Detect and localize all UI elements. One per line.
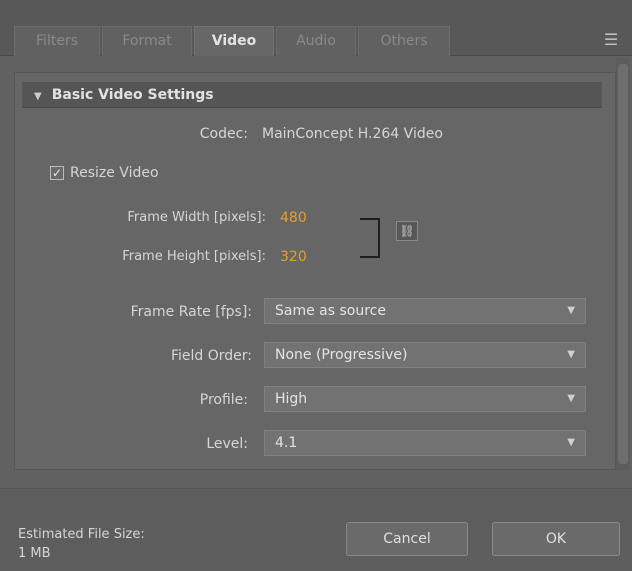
estimated-size-value: 1 MB	[18, 546, 51, 561]
profile-select[interactable]: High ▼	[264, 386, 586, 412]
section-title: Basic Video Settings	[51, 87, 214, 103]
tab-audio[interactable]: Audio	[276, 26, 356, 56]
level-select[interactable]: 4.1 ▼	[264, 430, 586, 456]
profile-label: Profile:	[199, 392, 248, 408]
checkmark-icon: ✓	[51, 166, 63, 180]
estimated-size-label: Estimated File Size:	[18, 527, 145, 542]
frame-rate-value: Same as source	[275, 303, 386, 319]
frame-rate-label: Frame Rate [fps]:	[130, 304, 252, 320]
tab-others[interactable]: Others	[358, 26, 450, 56]
tab-video[interactable]: Video	[194, 26, 274, 56]
dropdown-arrow-icon: ▼	[567, 349, 575, 360]
export-settings-window: Filters Format Video Audio Others ☰ ▼ Bas…	[0, 0, 632, 571]
ok-button[interactable]: OK	[492, 522, 620, 556]
codec-label: Codec:	[199, 126, 248, 142]
field-order-label: Field Order:	[170, 348, 252, 364]
constrain-bracket	[360, 218, 380, 258]
tab-format[interactable]: Format	[102, 26, 192, 56]
chain-link-icon[interactable]: ⛓	[396, 221, 418, 241]
frame-height-label: Frame Height [pixels]:	[122, 249, 266, 264]
field-order-select[interactable]: None (Progressive) ▼	[264, 342, 586, 368]
tab-bar: Filters Format Video Audio Others ☰	[0, 0, 632, 56]
frame-width-label: Frame Width [pixels]:	[127, 210, 266, 225]
level-label: Level:	[206, 436, 248, 452]
scroll-thumb[interactable]	[618, 64, 628, 464]
dropdown-arrow-icon: ▼	[567, 305, 575, 316]
dropdown-arrow-icon: ▼	[567, 437, 575, 448]
cancel-button[interactable]: Cancel	[346, 522, 468, 556]
section-header-basic-video[interactable]: ▼ Basic Video Settings	[22, 82, 602, 108]
frame-height-value[interactable]: 320	[280, 249, 307, 265]
tab-filters[interactable]: Filters	[14, 26, 100, 56]
codec-value: MainConcept H.264 Video	[262, 126, 443, 142]
dropdown-arrow-icon: ▼	[567, 393, 575, 404]
collapse-triangle-icon[interactable]: ▼	[34, 84, 42, 110]
frame-width-value[interactable]: 480	[280, 210, 307, 226]
panel-menu-icon[interactable]: ☰	[598, 28, 624, 52]
resize-video-label[interactable]: Resize Video	[70, 165, 159, 181]
frame-rate-select[interactable]: Same as source ▼	[264, 298, 586, 324]
vertical-scrollbar[interactable]	[616, 58, 630, 470]
level-value: 4.1	[275, 435, 298, 451]
field-order-value: None (Progressive)	[275, 347, 408, 363]
resize-video-checkbox[interactable]: ✓	[50, 166, 64, 180]
profile-value: High	[275, 391, 308, 407]
